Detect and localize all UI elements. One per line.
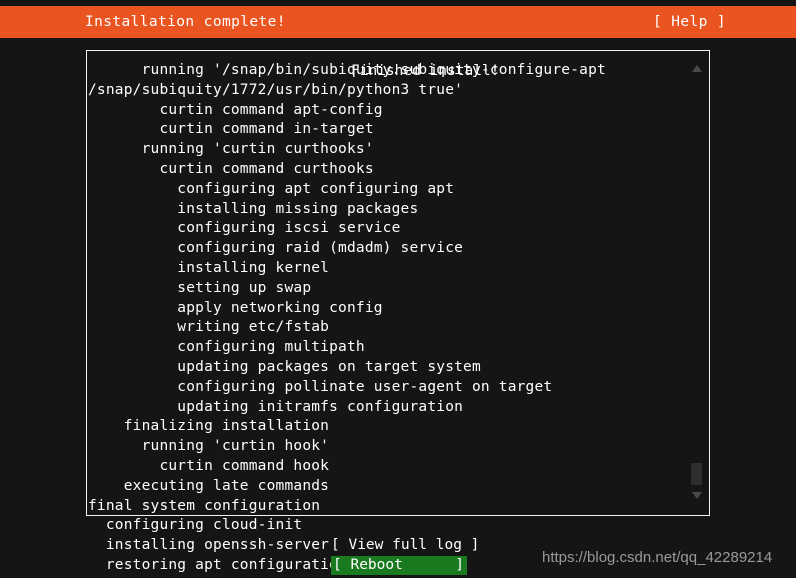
log-line: running 'curtin curthooks'	[88, 141, 374, 158]
log-line: curtin command apt-config	[88, 101, 383, 118]
log-line: running '/snap/bin/subiquity.subiquity-c…	[88, 62, 606, 78]
reboot-button[interactable]: [ Reboot ]	[331, 556, 467, 575]
log-line: configuring iscsi service	[88, 220, 401, 237]
view-full-log-button[interactable]: [ View full log ]	[331, 536, 479, 555]
log-line: configuring apt configuring apt	[88, 180, 455, 197]
log-line: updating initramfs configuration	[88, 398, 464, 415]
log-scrollbar[interactable]	[690, 55, 706, 511]
log-line: executing late commands	[88, 477, 330, 494]
log-line: setting up swap	[88, 279, 312, 296]
log-line: running 'curtin hook'	[88, 438, 330, 455]
log-line: configuring cloud-init	[88, 517, 303, 534]
log-line: /snap/subiquity/1772/usr/bin/python3 tru…	[88, 81, 464, 98]
log-line: writing etc/fstab	[88, 319, 330, 336]
install-log-lines: running '/snap/bin/subiquity.subiquity-c…	[88, 61, 688, 578]
log-line: updating packages on target system	[88, 358, 481, 375]
log-line: curtin command hook	[88, 457, 330, 474]
log-line: curtin command curthooks	[88, 160, 374, 177]
scroll-down-arrow-icon[interactable]	[692, 492, 702, 499]
page-title: Installation complete!	[85, 14, 286, 30]
log-line: apply networking config	[88, 299, 383, 316]
log-line: configuring raid (mdadm) service	[88, 240, 464, 257]
log-line: installing kernel	[88, 259, 330, 276]
installer-screen: Installation complete! [ Help ] Finished…	[0, 0, 796, 578]
log-line: curtin command in-target	[88, 121, 374, 138]
scrollbar-thumb[interactable]	[691, 463, 702, 485]
scroll-up-arrow-icon[interactable]	[692, 65, 702, 72]
log-line: finalizing installation	[88, 418, 330, 435]
log-line: configuring pollinate user-agent on targ…	[88, 378, 553, 395]
log-line: configuring multipath	[88, 339, 365, 356]
log-line: final system configuration	[88, 497, 321, 514]
reboot-button-label: [ Reboot	[333, 557, 403, 573]
install-log-panel: Finished install! running '/snap/bin/sub…	[86, 50, 710, 578]
help-button[interactable]: [ Help ]	[653, 12, 726, 32]
reboot-button-bracket: ]	[455, 557, 464, 573]
log-line: installing missing packages	[88, 200, 419, 217]
